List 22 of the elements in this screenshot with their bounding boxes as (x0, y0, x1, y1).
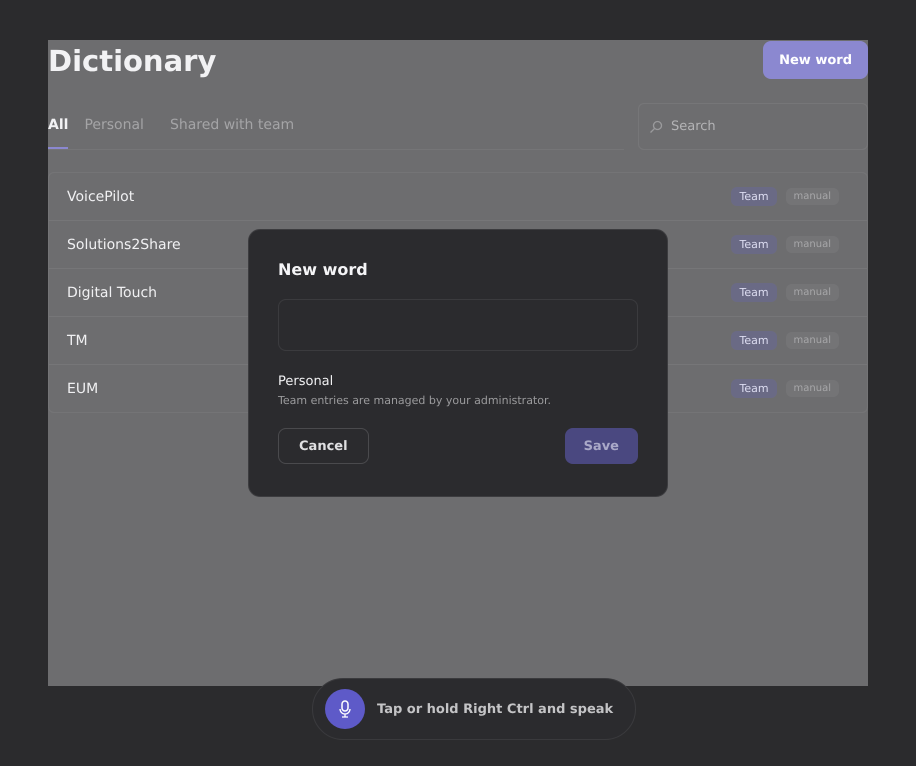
microphone-button[interactable] (325, 689, 365, 729)
word-label: TM (67, 332, 89, 348)
new-word-button[interactable]: New word (763, 41, 868, 79)
team-tag: Team (731, 379, 777, 398)
word-label: VoicePilot (67, 188, 136, 204)
dialog-title: New word (278, 260, 369, 279)
team-tag: Team (731, 283, 777, 302)
page-title: Dictionary (48, 44, 216, 78)
word-label: Solutions2Share (67, 236, 182, 252)
voice-prompt: Tap or hold Right Ctrl and speak (377, 702, 614, 716)
word-label: Digital Touch (67, 284, 158, 300)
search-field[interactable]: Search (638, 103, 868, 150)
team-tag: Team (731, 235, 777, 254)
team-tag: Team (731, 331, 777, 350)
team-tag: Team (731, 187, 777, 206)
scope-label: Personal (278, 374, 334, 389)
tab[interactable]: All (48, 117, 68, 149)
search-icon (649, 120, 663, 134)
hint-text: Team entries are managed by your administrator. (278, 394, 552, 407)
word-label: EUM (67, 380, 100, 396)
microphone-icon (339, 700, 351, 718)
cancel-button[interactable]: Cancel (278, 428, 369, 464)
